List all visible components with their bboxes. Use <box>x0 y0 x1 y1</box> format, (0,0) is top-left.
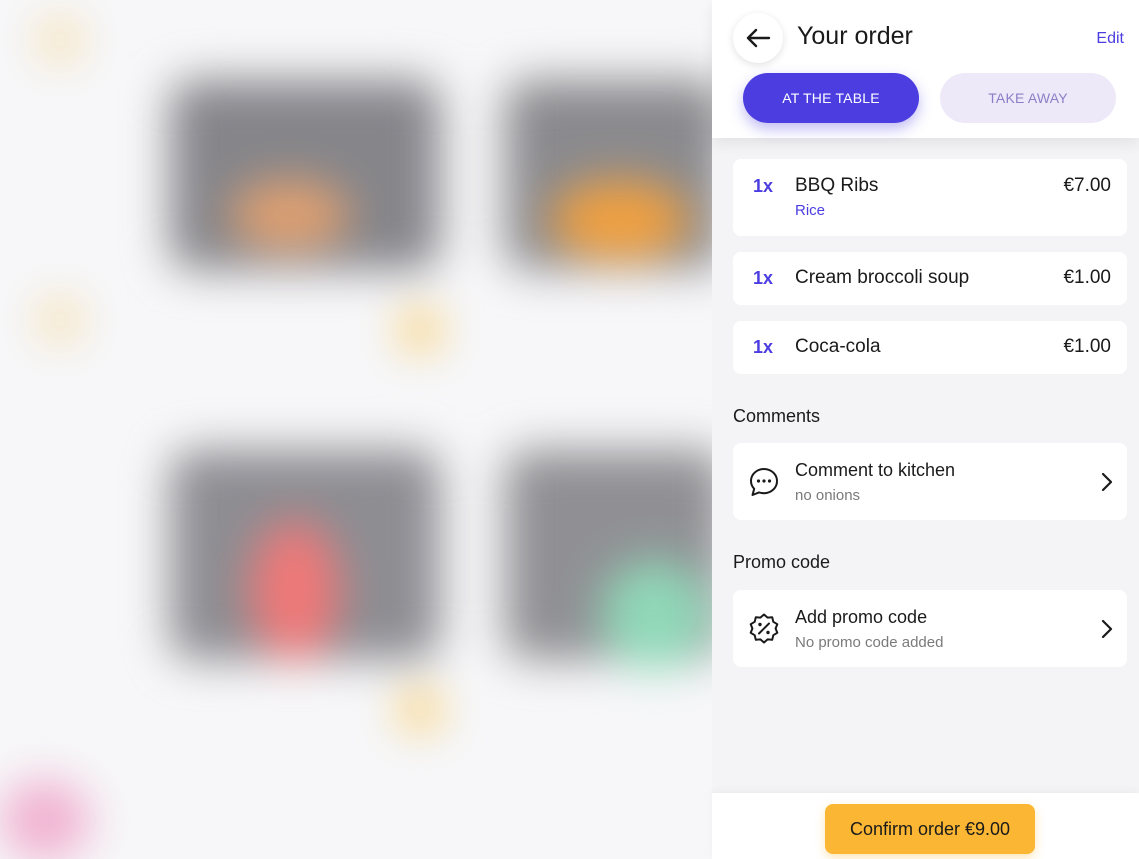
item-name: Cream broccoli soup <box>795 267 970 288</box>
order-panel: Your order Edit AT THE TABLE TAKE AWAY 1… <box>712 0 1139 859</box>
item-name: Coca-cola <box>795 336 881 357</box>
back-button[interactable] <box>733 13 783 63</box>
add-promo-code-row[interactable]: Add promo code No promo code added <box>733 590 1127 667</box>
item-quantity: 1x <box>753 176 774 196</box>
comments-section-label: Comments <box>733 406 821 426</box>
promo-section-label: Promo code <box>733 552 831 572</box>
order-item-cream-broccoli-soup[interactable]: 1x Cream broccoli soup €1.00 <box>733 252 1127 305</box>
discount-badge-icon <box>749 613 779 644</box>
chat-bubble-icon <box>750 468 778 496</box>
comment-to-kitchen-row[interactable]: Comment to kitchen no onions <box>733 443 1127 520</box>
confirm-order-button[interactable]: Confirm order €9.00 <box>825 804 1035 854</box>
promo-title: Add promo code <box>795 607 928 627</box>
item-quantity: 1x <box>753 337 774 357</box>
blurred-menu-background <box>0 0 712 859</box>
item-price: €1.00 <box>1063 267 1111 288</box>
chevron-right-icon <box>1101 619 1113 639</box>
page-title: Your order <box>797 22 913 50</box>
at-the-table-button[interactable]: AT THE TABLE <box>743 73 919 123</box>
comment-title: Comment to kitchen <box>795 460 956 480</box>
item-quantity: 1x <box>753 268 774 288</box>
chevron-right-icon <box>1101 472 1113 492</box>
comment-value: no onions <box>795 487 861 504</box>
take-away-button[interactable]: TAKE AWAY <box>940 73 1116 123</box>
item-price: €7.00 <box>1063 175 1111 196</box>
item-modifier: Rice <box>795 202 826 219</box>
order-item-bbq-ribs[interactable]: 1x BBQ Ribs €7.00 Rice <box>733 159 1127 236</box>
edit-link[interactable]: Edit <box>1096 30 1124 48</box>
promo-value: No promo code added <box>795 634 944 651</box>
item-price: €1.00 <box>1063 336 1111 357</box>
order-item-coca-cola[interactable]: 1x Coca-cola €1.00 <box>733 321 1127 374</box>
order-footer: Confirm order €9.00 <box>712 793 1139 859</box>
order-header: Your order Edit AT THE TABLE TAKE AWAY <box>712 0 1139 138</box>
item-name: BBQ Ribs <box>795 175 879 196</box>
arrow-left-icon <box>746 28 771 48</box>
